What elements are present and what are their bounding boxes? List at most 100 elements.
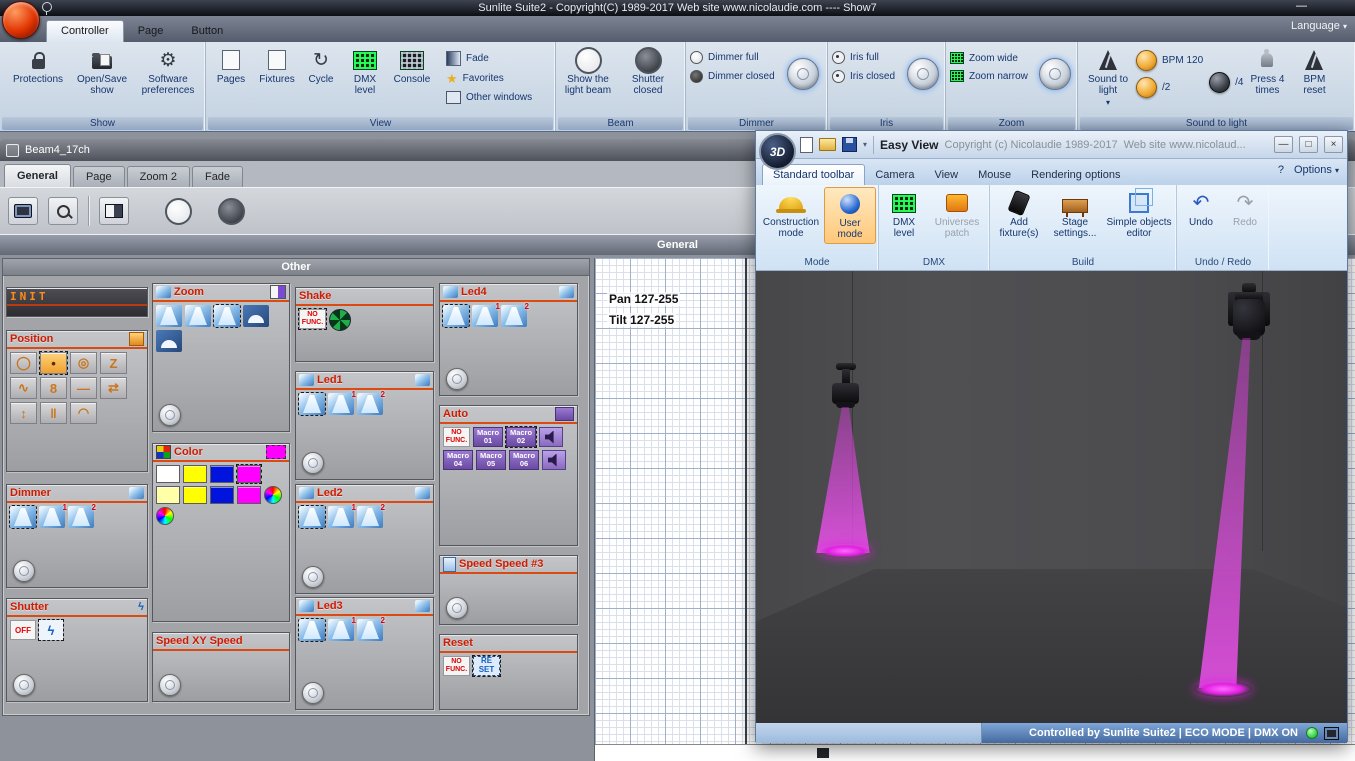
sound-to-light-button[interactable]: Sound to light ▾ — [1080, 44, 1136, 110]
color-swatch-icon[interactable] — [237, 486, 261, 504]
viewport-hscrollbar[interactable] — [756, 723, 982, 743]
tab-camera[interactable]: Camera — [865, 165, 924, 185]
other-windows-button[interactable]: Other windows — [446, 88, 532, 104]
zoom-wide-button[interactable]: Zoom wide — [950, 52, 1037, 64]
tab-mouse[interactable]: Mouse — [968, 165, 1021, 185]
color-swatch-icon[interactable] — [183, 465, 207, 483]
color-swatch-icon[interactable] — [156, 486, 180, 504]
help-button[interactable]: ? — [1278, 164, 1284, 176]
pause-pattern-icon[interactable]: ‖ — [40, 402, 67, 424]
shutter-closed-quick-button[interactable] — [218, 197, 245, 225]
tilt-sweep-pattern-icon[interactable]: ↕ — [10, 402, 37, 424]
reset-nofunc-icon[interactable]: NO FUNC. — [443, 656, 470, 676]
wave-pattern-icon[interactable]: ∿ — [10, 377, 37, 399]
save-icon[interactable] — [842, 137, 857, 152]
moving-head-fixture[interactable] — [1233, 299, 1265, 336]
scroll-thumb[interactable] — [817, 748, 829, 758]
zoom-preset-dial[interactable] — [159, 404, 181, 426]
construction-mode-button[interactable]: Construction mode — [758, 187, 824, 242]
pushpin-icon[interactable] — [42, 2, 52, 15]
auto-nofunc-icon[interactable]: NO FUNC. — [443, 427, 470, 447]
show-light-beam-button[interactable]: Show the light beam — [558, 44, 618, 100]
toolbar-chevron-icon[interactable]: ▾ — [863, 140, 867, 149]
dimmer-beam-icon[interactable]: 1 — [39, 503, 67, 528]
led2-header-icon[interactable] — [415, 487, 430, 499]
split-view-button[interactable] — [99, 197, 129, 225]
fade-button[interactable]: Fade — [446, 51, 532, 66]
tab-button[interactable]: Button — [177, 21, 237, 42]
iris-closed-button[interactable]: Iris closed — [832, 70, 905, 83]
fixtures-button[interactable]: Fixtures — [254, 44, 300, 107]
led3-beam-icon[interactable]: 1 — [328, 616, 356, 641]
auto-macro-icon[interactable]: Macro 04 — [443, 450, 473, 470]
tab-fade[interactable]: Fade — [191, 166, 244, 187]
grid-hscrollbar[interactable] — [595, 744, 1355, 761]
options-menu[interactable]: Options ▾ — [1294, 164, 1339, 176]
display-button[interactable] — [8, 197, 38, 225]
zoom-half-icon[interactable] — [243, 305, 269, 327]
macro-mini-icon[interactable] — [555, 407, 574, 421]
zoom-narrow-button[interactable]: Zoom narrow — [950, 70, 1037, 82]
zoom-half-icon[interactable] — [156, 330, 182, 352]
led2-beam-icon[interactable]: 1 — [328, 503, 356, 528]
iris-dial[interactable] — [907, 58, 939, 90]
led4-beam-icon[interactable]: 1 — [472, 302, 500, 327]
interface-monitor-icon[interactable] — [1324, 726, 1339, 740]
line-pattern-icon[interactable]: — — [70, 377, 97, 399]
div2-knob[interactable] — [1136, 77, 1157, 98]
speed-xy-dial[interactable] — [159, 674, 181, 696]
zoom-beam-icon[interactable] — [213, 304, 241, 328]
led1-beam-icon[interactable] — [298, 392, 326, 416]
shutter-bolt-icon[interactable]: ϟ — [38, 619, 64, 641]
zoom-dial[interactable] — [1039, 58, 1071, 90]
add-fixtures-button[interactable]: Add fixture(s) — [992, 187, 1046, 242]
redo-button[interactable]: ↷ Redo — [1223, 187, 1267, 232]
led1-beam-icon[interactable]: 1 — [328, 390, 356, 415]
arc-pattern-icon[interactable]: ◠ — [70, 402, 97, 424]
color-swatch-icon[interactable] — [236, 464, 262, 484]
sunlite-logo[interactable] — [2, 1, 40, 39]
auto-speaker-icon[interactable] — [539, 427, 563, 447]
beam-open-quick-button[interactable] — [165, 197, 192, 225]
maximize-icon[interactable]: □ — [1299, 136, 1318, 153]
auto-macro-icon[interactable]: Macro 01 — [473, 427, 503, 447]
shutter-closed-button[interactable]: Shutter closed — [618, 44, 678, 100]
press-4-times-button[interactable]: Press 4 times — [1243, 44, 1291, 100]
led4-beam-icon[interactable] — [442, 304, 470, 328]
zoom-tool-button[interactable] — [48, 197, 78, 225]
open-icon[interactable] — [819, 138, 836, 151]
zoom-header-icon[interactable] — [270, 285, 286, 299]
shutter-off-icon[interactable]: OFF — [10, 620, 36, 640]
favorites-button[interactable]: ★ Favorites — [446, 72, 532, 85]
led1-beam-icon[interactable]: 2 — [357, 390, 385, 415]
tab-general[interactable]: General — [4, 164, 71, 187]
init-group[interactable]: INIT — [6, 287, 148, 317]
dimmer-beam-icon[interactable] — [9, 505, 37, 529]
new-icon[interactable] — [800, 136, 813, 153]
shake-nofunc-icon[interactable]: NO FUNC. — [298, 308, 327, 330]
dmx-level-button[interactable]: DMX level — [342, 44, 388, 107]
auto-macro-icon[interactable]: Macro 06 — [509, 450, 539, 470]
led3-beam-icon[interactable] — [298, 618, 326, 642]
dimmer-beam-icon[interactable]: 2 — [68, 503, 96, 528]
tab-view[interactable]: View — [924, 165, 968, 185]
zoom-beam-icon[interactable] — [156, 305, 182, 327]
circle-pattern-icon[interactable]: ◯ — [10, 352, 37, 374]
led1-header-icon[interactable] — [415, 374, 430, 386]
minimize-icon[interactable]: — — [1274, 136, 1293, 153]
open-save-show-button[interactable]: Open/Save show — [70, 44, 134, 100]
led3-beam-icon[interactable]: 2 — [357, 616, 385, 641]
center-pattern-icon[interactable]: • — [39, 351, 68, 375]
auto-macro-icon[interactable]: Macro 02 — [505, 426, 537, 448]
shake-radar-icon[interactable] — [329, 309, 351, 331]
led4-header-icon[interactable] — [559, 286, 574, 298]
moving-head-fixture[interactable] — [832, 383, 859, 404]
dimmer-full-button[interactable]: Dimmer full — [690, 51, 785, 64]
tab-rendering-options[interactable]: Rendering options — [1021, 165, 1130, 185]
undo-button[interactable]: ↶ Undo — [1179, 187, 1223, 232]
led4-beam-icon[interactable]: 2 — [501, 302, 529, 327]
stage-settings-button[interactable]: Stage settings... — [1046, 187, 1104, 242]
tab-zoom-2[interactable]: Zoom 2 — [126, 166, 190, 187]
color-swatch-icon[interactable] — [210, 465, 234, 483]
pan-sweep-pattern-icon[interactable]: ⇄ — [100, 377, 127, 399]
